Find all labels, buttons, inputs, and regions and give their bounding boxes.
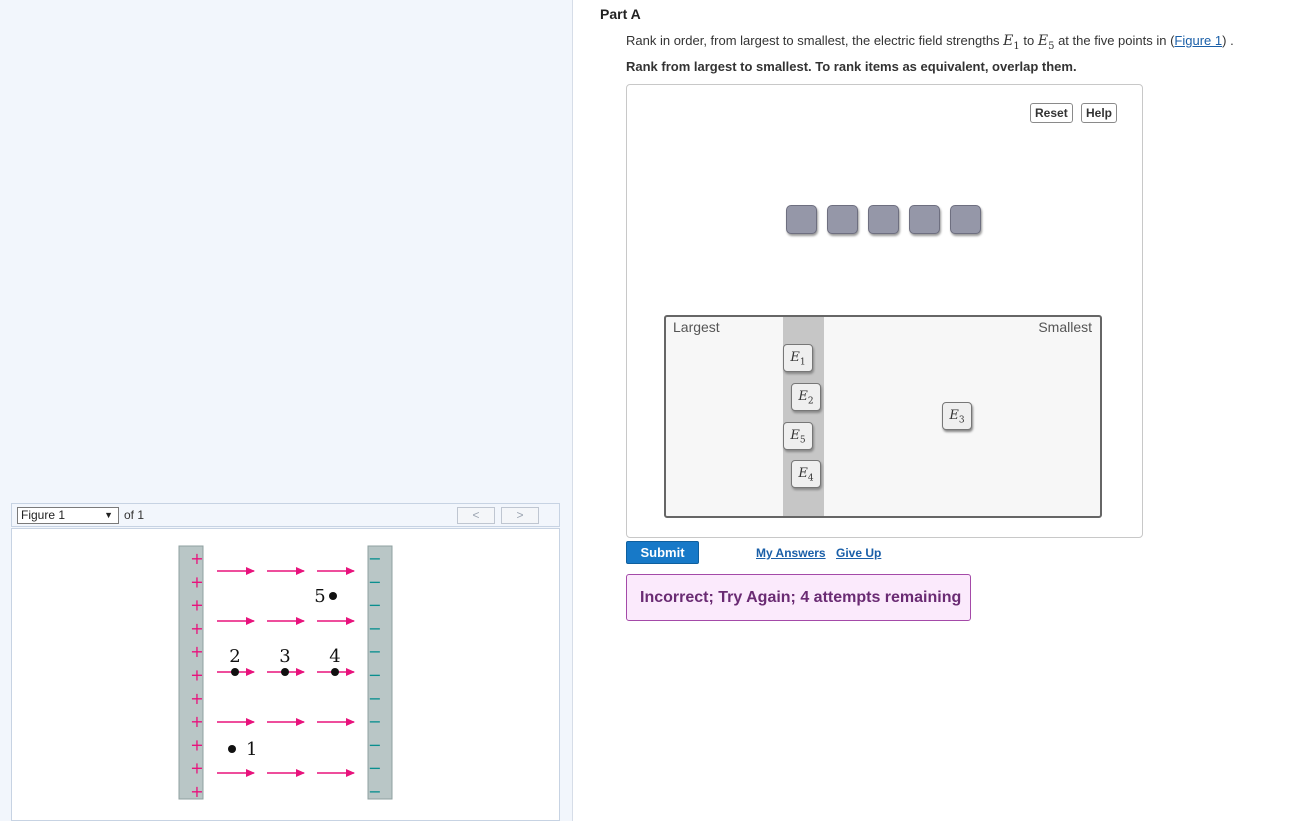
empty-rank-slot[interactable] — [868, 205, 899, 234]
minus-sign: − — [368, 735, 381, 754]
point-label: 4 — [329, 646, 340, 667]
field-point — [331, 668, 339, 676]
largest-label: Largest — [673, 319, 720, 335]
minus-sign: − — [368, 619, 381, 638]
point-label: 3 — [279, 646, 290, 667]
electric-field-figure: + + + + + + + + + + + − − − − − − − − − − − 1 2 3 4 5 — [178, 545, 393, 801]
question-text: Rank in order, from largest to smallest,… — [626, 33, 1234, 52]
plus-sign: + — [190, 596, 203, 615]
prev-figure-button[interactable]: < — [457, 507, 495, 524]
minus-sign: − — [368, 689, 381, 708]
submit-button[interactable]: Submit — [626, 541, 699, 564]
question-suffix: at the five points in ( — [1054, 33, 1175, 48]
figure-panel: + + + + + + + + + + + − − − − − − − − − − − 1 2 3 4 5 — [11, 528, 560, 821]
rank-item-e5[interactable]: E5 — [783, 422, 813, 450]
empty-rank-slot[interactable] — [909, 205, 940, 234]
plus-sign: + — [190, 619, 203, 638]
plus-sign: + — [190, 712, 203, 731]
empty-rank-slot[interactable] — [950, 205, 981, 234]
smallest-label: Smallest — [1038, 319, 1092, 335]
empty-rank-slot[interactable] — [786, 205, 817, 234]
figure-select-value: Figure 1 — [21, 508, 66, 522]
field-point — [329, 592, 337, 600]
point-label: 1 — [246, 739, 257, 760]
next-figure-button[interactable]: > — [501, 507, 539, 524]
rank-item-e3[interactable]: E3 — [942, 402, 972, 430]
chevron-down-icon: ▼ — [104, 510, 113, 520]
minus-sign: − — [368, 596, 381, 615]
rank-item-e4[interactable]: E4 — [791, 460, 821, 488]
reset-button[interactable]: Reset — [1030, 103, 1073, 123]
rank-item-e2[interactable]: E2 — [791, 383, 821, 411]
plus-sign: + — [190, 666, 203, 685]
part-title: Part A — [600, 6, 641, 22]
instruction-text: Rank from largest to smallest. To rank i… — [626, 59, 1077, 74]
field-point — [228, 745, 236, 753]
minus-sign: − — [368, 712, 381, 731]
plus-sign: + — [190, 572, 203, 591]
plus-sign: + — [190, 782, 203, 801]
plus-sign: + — [190, 689, 203, 708]
figure-nav-bar: Figure 1 ▼ of 1 < > — [11, 503, 560, 527]
rank-item-e1[interactable]: E1 — [783, 344, 813, 372]
field-points: 1 2 3 4 5 — [228, 586, 341, 760]
plus-sign: + — [190, 549, 203, 568]
minus-sign: − — [368, 759, 381, 778]
plus-sign: + — [190, 759, 203, 778]
minus-sign: − — [368, 782, 381, 801]
figure-count: of 1 — [124, 508, 145, 522]
minus-sign: − — [368, 642, 381, 661]
figure-select[interactable]: Figure 1 ▼ — [17, 507, 119, 524]
point-label: 2 — [229, 646, 240, 667]
field-point — [281, 668, 289, 676]
minus-signs: − − − − − − − − − − − — [368, 549, 381, 801]
minus-sign: − — [368, 549, 381, 568]
feedback-message: Incorrect; Try Again; 4 attempts remaini… — [626, 574, 971, 621]
e-to: E5 — [1037, 33, 1055, 52]
point-label: 5 — [314, 586, 325, 607]
question-prefix: Rank in order, from largest to smallest,… — [626, 33, 1004, 48]
plus-signs: + + + + + + + + + + + — [190, 549, 203, 801]
minus-sign: − — [368, 666, 381, 685]
help-button[interactable]: Help — [1081, 103, 1118, 123]
plus-sign: + — [190, 642, 203, 661]
question-mid: to — [1019, 33, 1038, 48]
plus-sign: + — [190, 735, 203, 754]
field-point — [231, 668, 239, 676]
empty-rank-slot[interactable] — [827, 205, 858, 234]
ranking-area[interactable]: Largest Smallest E1 E2 E5 E4 E3 — [664, 315, 1102, 518]
give-up-link[interactable]: Give Up — [836, 546, 881, 560]
question-end: ) . — [1222, 33, 1234, 48]
minus-sign: − — [368, 572, 381, 591]
ranking-widget: Reset Help Largest Smallest E1 E2 E5 E4 … — [626, 84, 1143, 538]
figure-link[interactable]: Figure 1 — [1174, 33, 1222, 48]
e-from: E1 — [1003, 33, 1020, 52]
my-answers-link[interactable]: My Answers — [756, 546, 826, 560]
